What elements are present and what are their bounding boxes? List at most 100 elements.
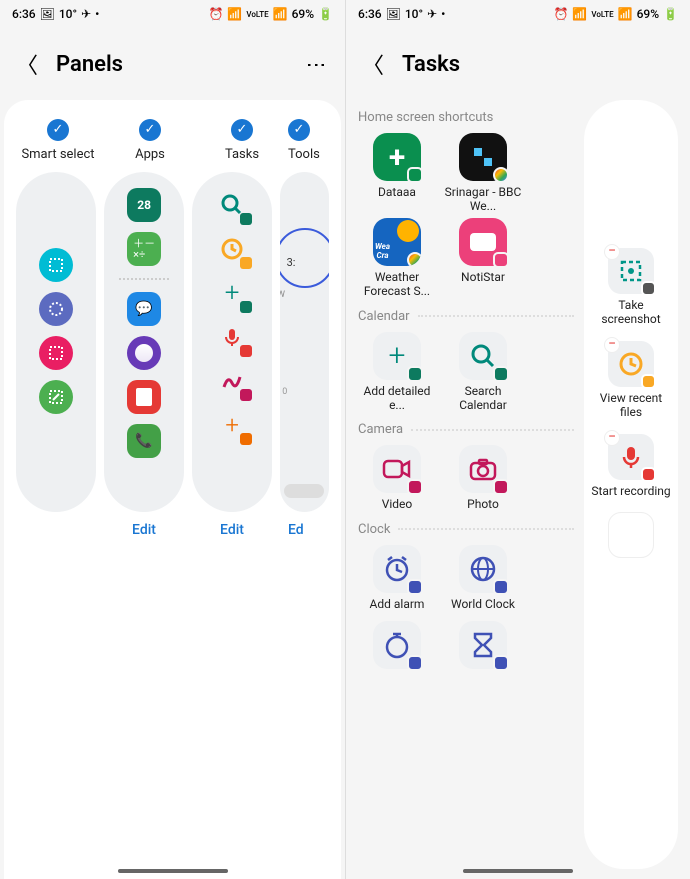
app-notistar[interactable]: NotiStar — [444, 218, 522, 299]
battery-icon: 🔋 — [318, 7, 333, 21]
app-stopwatch[interactable] — [358, 621, 436, 673]
app-video[interactable]: Video — [358, 445, 436, 511]
check-icon: ✓ — [231, 119, 253, 141]
tab-apps[interactable]: ✓ Apps — [104, 118, 196, 162]
app-add-alarm[interactable]: Add alarm — [358, 545, 436, 611]
section-camera: Camera — [358, 422, 574, 437]
alarm-icon: ⏰ — [553, 7, 568, 21]
tasks-header: 〈 Tasks — [346, 28, 690, 100]
section-clock: Clock — [358, 522, 574, 537]
tasks-screen: 6:36 🖼 10° ✈ • ⏰ 📶 VoLTE 📶 69% 🔋 〈 Tasks… — [345, 0, 690, 879]
signal-icon: 📶 — [618, 7, 633, 21]
check-icon: ✓ — [288, 119, 310, 141]
status-temp: 10° — [405, 7, 423, 21]
status-temp: 10° — [59, 7, 77, 21]
check-icon: ✓ — [139, 119, 161, 141]
panel-tabs: ✓ Smart select ✓ Apps ✓ Tasks ✓ Tools — [4, 118, 341, 172]
divider — [119, 278, 169, 280]
scribble-task-icon — [215, 364, 249, 398]
mic-task-icon — [215, 320, 249, 354]
gif-icon — [39, 336, 73, 370]
more-icon[interactable]: ⋮ — [305, 55, 329, 73]
app-timer[interactable] — [444, 621, 522, 673]
signal-icon: 📶 — [273, 7, 288, 21]
selected-tasks-panel: − Take screenshot − View recent files − … — [584, 100, 678, 869]
check-icon: ✓ — [47, 119, 69, 141]
calculator-app-icon: ＋－×÷ — [127, 232, 161, 266]
status-image-icon: 🖼 — [386, 7, 401, 21]
remove-icon[interactable]: − — [604, 430, 620, 446]
edit-apps[interactable]: Edit — [104, 522, 184, 538]
status-telegram-icon: ✈ — [427, 7, 437, 21]
section-calendar: Calendar — [358, 309, 574, 324]
app-weather[interactable]: WeaCraWeather Forecast S... — [358, 218, 436, 299]
app-srinagar[interactable]: Srinagar - BBC We... — [444, 133, 522, 214]
section-home: Home screen shortcuts — [358, 110, 574, 125]
page-title: Tasks — [402, 52, 460, 77]
notes-app-icon — [127, 380, 161, 414]
tab-smart-select[interactable]: ✓ Smart select — [12, 118, 104, 162]
edit-tasks[interactable]: Edit — [192, 522, 272, 538]
rect-select-icon — [39, 248, 73, 282]
panel-tasks[interactable]: + + — [192, 172, 272, 512]
panels-screen: 6:36 🖼 10° ✈ • ⏰ 📶 VoLTE 📶 69% 🔋 〈 Panel… — [0, 0, 345, 879]
oval-select-icon — [39, 292, 73, 326]
tab-tools[interactable]: ✓ Tools — [288, 118, 338, 162]
page-title: Panels — [56, 52, 123, 77]
phone-app-icon: 📞 — [127, 424, 161, 458]
nav-handle[interactable] — [118, 869, 228, 873]
status-image-icon: 🖼 — [40, 7, 55, 21]
sp-take-screenshot[interactable]: − Take screenshot — [590, 248, 672, 327]
back-icon[interactable]: 〈 — [16, 48, 38, 80]
panel-tools[interactable]: 3:NW 0 — [280, 172, 329, 512]
add-task2-icon: + — [215, 408, 249, 442]
alarm-icon: ⏰ — [208, 7, 223, 21]
volte-icon: VoLTE — [246, 10, 268, 19]
pin-icon — [39, 380, 73, 414]
app-search-calendar[interactable]: Search Calendar — [444, 332, 522, 413]
status-time: 6:36 — [12, 7, 36, 21]
tab-tasks[interactable]: ✓ Tasks — [196, 118, 288, 162]
status-dot: • — [441, 7, 445, 21]
panels-header: 〈 Panels ⋮ — [0, 28, 345, 100]
back-icon[interactable]: 〈 — [362, 48, 384, 80]
browser-app-icon — [127, 336, 161, 370]
panels-row[interactable]: 28 ＋－×÷ 💬 📞 + + 3:NW — [4, 172, 341, 512]
status-time: 6:36 — [358, 7, 382, 21]
app-dataaa[interactable]: +Dataaa — [358, 133, 436, 214]
sp-start-recording[interactable]: − Start recording — [591, 434, 670, 498]
remove-icon[interactable]: − — [604, 244, 620, 260]
tasks-list[interactable]: Home screen shortcuts +Dataaa Srinagar -… — [358, 100, 574, 869]
ruler-marks: 0 — [282, 387, 287, 397]
nav-handle[interactable] — [463, 869, 573, 873]
recent-files-task-icon — [215, 232, 249, 266]
status-bar: 6:36 🖼 10° ✈ • ⏰ 📶 VoLTE 📶 69% 🔋 — [0, 0, 345, 28]
panel-smart-select[interactable] — [16, 172, 96, 512]
edit-tools[interactable]: Ed — [280, 522, 329, 538]
status-dot: • — [95, 7, 99, 21]
battery-text: 69% — [637, 7, 659, 21]
remove-icon[interactable]: − — [604, 337, 620, 353]
gear-icon[interactable] — [641, 374, 656, 389]
battery-icon: 🔋 — [663, 7, 678, 21]
compass-icon: 3:NW — [280, 228, 329, 288]
add-task-icon: + — [215, 276, 249, 310]
status-telegram-icon: ✈ — [81, 7, 91, 21]
messages-app-icon: 💬 — [127, 292, 161, 326]
wifi-icon: 📶 — [227, 7, 242, 21]
panel-apps[interactable]: 28 ＋－×÷ 💬 📞 — [104, 172, 184, 512]
app-world-clock[interactable]: World Clock — [444, 545, 522, 611]
status-bar: 6:36 🖼 10° ✈ • ⏰ 📶 VoLTE 📶 69% 🔋 — [346, 0, 690, 28]
slider-handle — [284, 484, 324, 498]
app-photo[interactable]: Photo — [444, 445, 522, 511]
gear-icon[interactable] — [641, 281, 656, 296]
calendar-app-icon: 28 — [127, 188, 161, 222]
edit-row: Edit Edit Ed — [4, 512, 341, 538]
app-add-event[interactable]: +Add detailed e... — [358, 332, 436, 413]
gear-icon[interactable] — [641, 467, 656, 482]
sp-view-recent[interactable]: − View recent files — [590, 341, 672, 420]
volte-icon: VoLTE — [591, 10, 613, 19]
empty-slot[interactable] — [608, 512, 654, 558]
battery-text: 69% — [292, 7, 314, 21]
wifi-icon: 📶 — [572, 7, 587, 21]
